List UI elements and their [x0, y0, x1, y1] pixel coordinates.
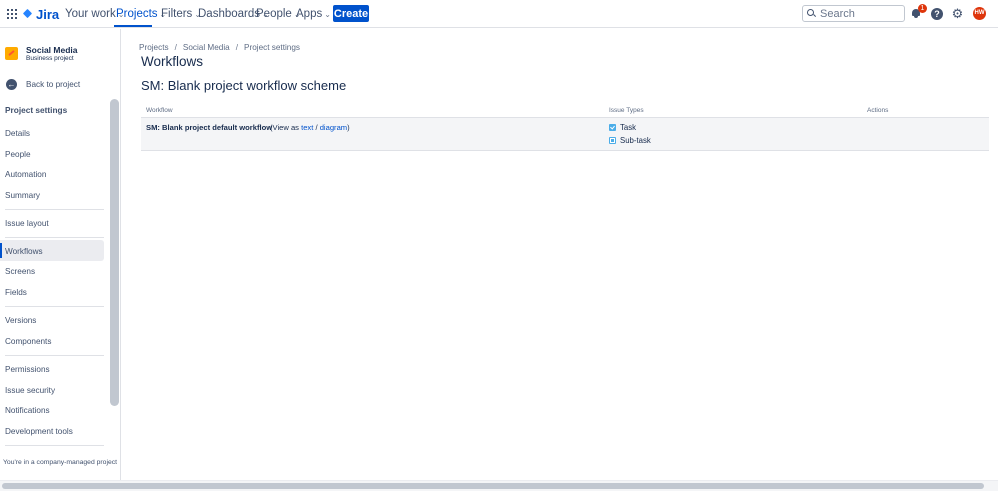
sidebar-item-issue-layout[interactable]: Issue layout: [5, 219, 49, 228]
issue-type-label: Sub-task: [620, 136, 651, 145]
project-type: Business project: [26, 55, 74, 62]
task-icon: [609, 124, 616, 131]
sidebar-item-permissions[interactable]: Permissions: [5, 365, 50, 374]
chevron-down-icon: ⌄: [324, 9, 331, 19]
avatar[interactable]: HW: [973, 7, 986, 20]
nav-projects[interactable]: Projects ⌄: [116, 8, 166, 20]
breadcrumb-projects[interactable]: Projects: [139, 43, 169, 52]
arrow-left-icon[interactable]: ←: [6, 79, 17, 90]
horizontal-scrollbar-thumb[interactable]: [2, 483, 984, 489]
sidebar-section-title: Project settings: [5, 105, 68, 115]
nav-label: People: [256, 8, 292, 20]
nav-label: Filters: [161, 8, 193, 20]
jira-logo[interactable]: Jira: [22, 7, 59, 22]
sidebar-divider: [5, 355, 104, 356]
nav-label: Projects: [116, 8, 158, 20]
sidebar-item-versions[interactable]: Versions: [5, 316, 36, 325]
sidebar-divider: [5, 209, 104, 210]
issue-type-label: Task: [620, 123, 637, 132]
project-name: Social Media: [26, 45, 78, 55]
issue-type-sub-task: Sub-task: [609, 136, 651, 145]
sidebar-item-notifications[interactable]: Notifications: [5, 406, 50, 415]
view-as-prefix: (View as: [270, 123, 302, 132]
app-switcher-icon[interactable]: [7, 9, 17, 19]
page-title: Workflows: [141, 54, 204, 69]
nav-label: Apps: [296, 8, 323, 20]
notification-badge: 1: [918, 4, 927, 13]
sidebar-item-issue-security[interactable]: Issue security: [5, 386, 55, 395]
logo-text: Jira: [36, 7, 60, 22]
view-as-diagram-link[interactable]: diagram: [320, 123, 347, 132]
scheme-title: SM: Blank project workflow scheme: [141, 78, 347, 93]
view-as-text-link[interactable]: text: [301, 123, 313, 132]
nav-label: Dashboards: [198, 8, 261, 20]
column-header-actions: Actions: [867, 107, 889, 114]
search-icon: [807, 9, 816, 18]
back-to-project-link[interactable]: Back to project: [26, 80, 80, 89]
sidebar-divider: [5, 306, 104, 307]
jira-logo-icon: [22, 9, 33, 20]
sidebar-active-indicator: [0, 243, 2, 258]
horizontal-scrollbar[interactable]: [0, 480, 998, 491]
breadcrumb-separator: /: [235, 43, 239, 52]
top-navigation: Jira Your work ⌄ Projects ⌄ Filters ⌄ Da…: [0, 0, 998, 28]
sidebar-divider: [5, 445, 104, 446]
sidebar-item-components[interactable]: Components: [5, 337, 51, 346]
breadcrumb-social-media[interactable]: Social Media: [183, 43, 230, 52]
sidebar-divider: [5, 237, 104, 238]
sidebar-scrollbar[interactable]: [110, 99, 119, 406]
breadcrumb-separator: /: [174, 43, 177, 52]
breadcrumb-project-settings[interactable]: Project settings: [244, 43, 300, 52]
help-icon[interactable]: ?: [931, 8, 943, 20]
view-as-options: (View as text / diagram): [270, 123, 350, 132]
subtask-icon: [609, 137, 616, 144]
nav-people[interactable]: People ⌄: [256, 8, 301, 20]
nav-apps[interactable]: Apps ⌄: [296, 8, 331, 20]
sidebar-item-fields[interactable]: Fields: [5, 288, 27, 297]
sidebar-item-workflows[interactable]: Workflows: [5, 247, 43, 256]
sidebar-item-automation[interactable]: Automation: [5, 170, 46, 179]
sidebar-item-details[interactable]: Details: [5, 129, 30, 138]
create-button[interactable]: Create: [333, 5, 369, 22]
table-row: SM: Blank project default workflow (View…: [141, 118, 989, 151]
sidebar: Social Media Business project ← Back to …: [0, 29, 121, 480]
column-header-issue-types: Issue Types: [609, 107, 644, 114]
column-header-workflow: Workflow: [146, 107, 173, 114]
search-placeholder: Search: [820, 7, 855, 20]
breadcrumb: Projects / Social Media / Project settin…: [139, 43, 300, 52]
nav-label: Your work: [65, 8, 116, 20]
active-nav-underline: [114, 25, 152, 27]
sidebar-item-summary[interactable]: Summary: [5, 191, 40, 200]
sidebar-item-development-tools[interactable]: Development tools: [5, 427, 73, 436]
sidebar-item-people[interactable]: People: [5, 150, 31, 159]
search-input[interactable]: Search: [802, 5, 905, 22]
sidebar-item-screens[interactable]: Screens: [5, 267, 35, 276]
nav-filters[interactable]: Filters ⌄: [161, 8, 201, 20]
gear-icon[interactable]: ⚙: [951, 7, 964, 20]
project-type-note: You're in a company-managed project: [3, 459, 118, 466]
issue-type-task: Task: [609, 123, 636, 132]
view-as-suffix: ): [347, 123, 350, 132]
table-header: Workflow Issue Types Actions: [141, 103, 989, 118]
project-avatar-icon: [5, 47, 18, 60]
workflow-name: SM: Blank project default workflow: [146, 123, 273, 132]
